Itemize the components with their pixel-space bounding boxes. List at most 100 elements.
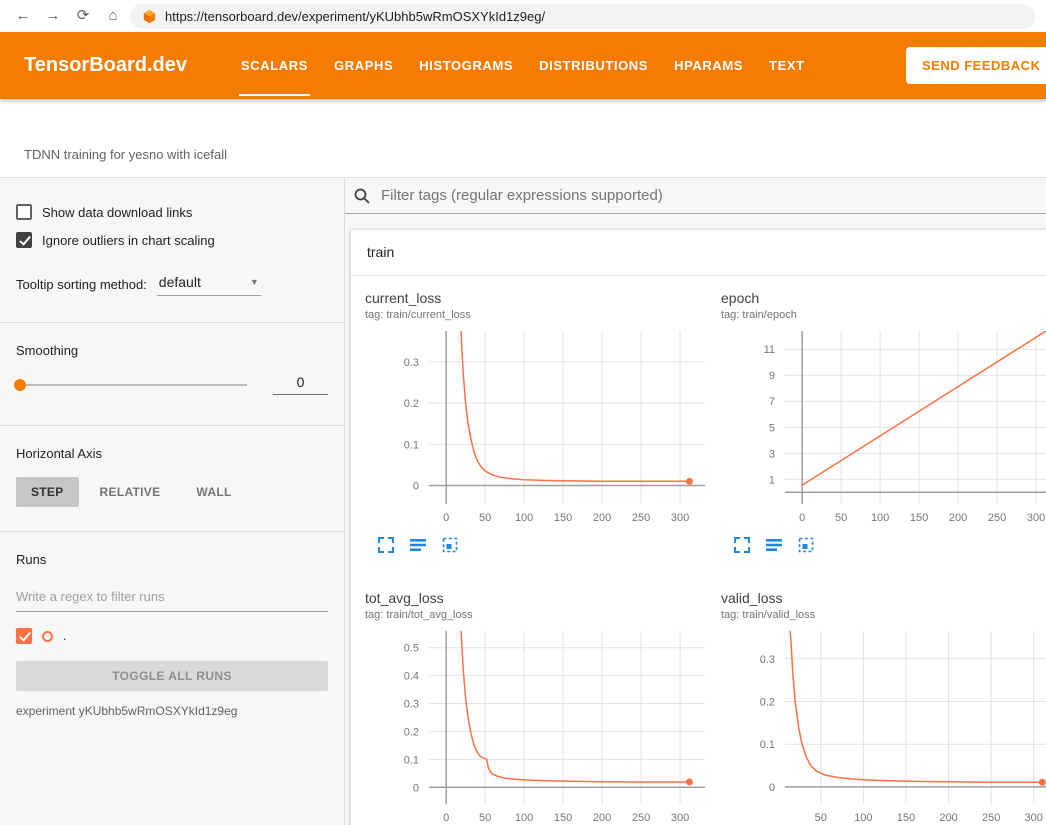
svg-text:0.3: 0.3 (404, 357, 419, 369)
content-area: Show data download links Ignore outliers… (0, 177, 1046, 825)
filter-tags-input[interactable] (381, 187, 1038, 204)
expand-chart-icon[interactable] (733, 536, 751, 554)
chart-title: epoch (717, 290, 1046, 306)
run-checkbox[interactable] (16, 628, 32, 644)
svg-text:50: 50 (815, 812, 827, 824)
svg-text:0.2: 0.2 (404, 726, 419, 738)
svg-text:250: 250 (988, 512, 1006, 524)
svg-text:100: 100 (871, 512, 889, 524)
svg-text:11: 11 (764, 344, 775, 356)
tag-group-header[interactable]: train (351, 230, 1046, 276)
svg-text:50: 50 (479, 512, 491, 524)
toggle-all-runs-button[interactable]: TOGGLE ALL RUNS (16, 661, 328, 691)
chart-plot[interactable]: 0501001502002503001357911 (717, 325, 1046, 530)
tab-graphs[interactable]: GRAPHS (321, 32, 406, 99)
svg-text:300: 300 (1025, 812, 1043, 824)
divider (0, 531, 344, 532)
svg-text:250: 250 (632, 812, 650, 824)
url-text: https://tensorboard.dev/experiment/yKUbh… (165, 9, 545, 24)
step-button[interactable]: STEP (16, 477, 79, 507)
show-download-links-row[interactable]: Show data download links (16, 204, 328, 220)
tab-distributions[interactable]: DISTRIBUTIONS (526, 32, 661, 99)
chart-plot[interactable]: 5010015020025030000.10.20.3 (717, 625, 1046, 825)
fit-domain-icon[interactable] (441, 536, 459, 554)
show-download-links-checkbox[interactable] (16, 204, 32, 220)
relative-button[interactable]: RELATIVE (85, 477, 176, 507)
tag-group-card: train current_loss tag: train/current_lo… (351, 230, 1046, 825)
smoothing-value-input[interactable]: 0 (273, 374, 328, 395)
divider (0, 322, 344, 323)
svg-text:0.5: 0.5 (404, 643, 419, 655)
svg-text:100: 100 (515, 812, 533, 824)
svg-text:0.2: 0.2 (760, 696, 775, 708)
experiment-title-bar: TDNN training for yesno with icefall (0, 99, 1046, 177)
tab-hparams[interactable]: HPARAMS (661, 32, 756, 99)
svg-text:0.3: 0.3 (404, 699, 419, 711)
search-icon (353, 187, 371, 205)
tab-text[interactable]: TEXT (756, 32, 818, 99)
nav-tabs: SCALARSGRAPHSHISTOGRAMSDISTRIBUTIONSHPAR… (228, 32, 818, 99)
chart-title: valid_loss (717, 590, 1046, 606)
svg-text:0.1: 0.1 (404, 439, 419, 451)
chart-tag: tag: train/current_loss (361, 309, 717, 321)
chart-tag: tag: train/tot_avg_loss (361, 609, 717, 621)
chart-plot[interactable]: 05010015020025030000.10.20.3 (361, 325, 713, 530)
tab-histograms[interactable]: HISTOGRAMS (406, 32, 526, 99)
wall-button[interactable]: WALL (181, 477, 246, 507)
svg-text:150: 150 (554, 512, 572, 524)
svg-text:150: 150 (554, 812, 572, 824)
home-icon[interactable]: ⌂ (100, 0, 126, 32)
chart-title: current_loss (361, 290, 717, 306)
settings-sidebar: Show data download links Ignore outliers… (0, 178, 345, 825)
runs-filter-input[interactable] (16, 585, 328, 612)
smoothing-slider-row: 0 (16, 374, 328, 395)
svg-text:5: 5 (769, 422, 775, 434)
back-icon[interactable]: ← (10, 0, 36, 32)
svg-text:0: 0 (769, 782, 775, 794)
address-bar[interactable]: https://tensorboard.dev/experiment/yKUbh… (130, 4, 1036, 29)
divider (0, 425, 344, 426)
chart-tag: tag: train/valid_loss (717, 609, 1046, 621)
log-scale-icon[interactable] (409, 536, 427, 554)
main-panel: train current_loss tag: train/current_lo… (345, 178, 1046, 825)
svg-text:100: 100 (854, 812, 872, 824)
chart-actions (733, 536, 1046, 554)
horizontal-axis-label: Horizontal Axis (16, 446, 328, 461)
chart: valid_loss tag: train/valid_loss 5010015… (717, 590, 1046, 825)
experiment-caption: experiment yKUbhb5wRmOSXYkId1z9eg (16, 704, 328, 718)
run-color-swatch (42, 631, 53, 642)
svg-text:200: 200 (593, 512, 611, 524)
ignore-outliers-row[interactable]: Ignore outliers in chart scaling (16, 232, 328, 248)
checkbox-label: Ignore outliers in chart scaling (42, 233, 215, 248)
reload-icon[interactable]: ⟳ (70, 0, 96, 32)
expand-chart-icon[interactable] (377, 536, 395, 554)
tooltip-sorting-dropdown[interactable]: default ▼ (157, 272, 261, 296)
svg-text:0.1: 0.1 (404, 754, 419, 766)
svg-text:0: 0 (799, 512, 805, 524)
horizontal-axis-buttons: STEP RELATIVE WALL (16, 477, 328, 507)
svg-text:200: 200 (593, 812, 611, 824)
log-scale-icon[interactable] (765, 536, 783, 554)
svg-text:0.3: 0.3 (760, 654, 775, 666)
svg-text:0.1: 0.1 (760, 739, 775, 751)
run-name: . (63, 629, 66, 643)
chart-plot[interactable]: 05010015020025030000.10.20.30.40.5 (361, 625, 713, 825)
svg-text:0.2: 0.2 (404, 398, 419, 410)
slider-thumb[interactable] (14, 379, 26, 391)
chart-tag: tag: train/epoch (717, 309, 1046, 321)
forward-icon[interactable]: → (40, 0, 66, 32)
chart-actions (377, 536, 717, 554)
tab-scalars[interactable]: SCALARS (228, 32, 321, 99)
chart: current_loss tag: train/current_loss 0 50… (361, 290, 717, 554)
tooltip-sorting-row: Tooltip sorting method: default ▼ (16, 272, 328, 296)
chart: tot_avg_loss tag: train/tot_avg_loss 050… (361, 590, 717, 825)
fit-domain-icon[interactable] (797, 536, 815, 554)
run-list-item[interactable]: . (16, 628, 328, 644)
send-feedback-button[interactable]: SEND FEEDBACK (906, 47, 1046, 84)
app-header: TensorBoard.dev SCALARSGRAPHSHISTOGRAMSD… (0, 32, 1046, 99)
svg-text:0: 0 (443, 512, 449, 524)
svg-text:50: 50 (835, 512, 847, 524)
svg-text:300: 300 (1027, 512, 1045, 524)
ignore-outliers-checkbox[interactable] (16, 232, 32, 248)
smoothing-slider[interactable] (16, 384, 247, 386)
